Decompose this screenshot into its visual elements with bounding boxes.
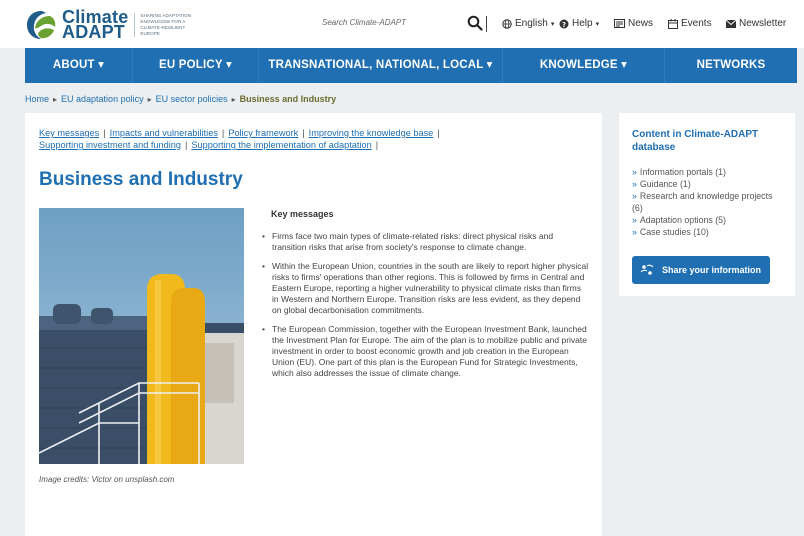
anchor-supporting-investment-funding[interactable]: Supporting investment and funding bbox=[39, 140, 181, 150]
sidebar-item-case-studies[interactable]: » Case studies (10) bbox=[632, 226, 782, 238]
news-label: News bbox=[628, 18, 654, 29]
climate-adapt-logo[interactable]: Climate ADAPT Sharing adaptation knowled… bbox=[24, 8, 204, 42]
nav-transnational-national-local[interactable]: TRANSNATIONAL, NATIONAL, LOCAL ▾ bbox=[259, 48, 503, 83]
language-selector[interactable]: English ▾ bbox=[502, 18, 554, 29]
globe-icon bbox=[502, 18, 512, 29]
anchor-separator: | bbox=[302, 128, 305, 138]
search-icon[interactable] bbox=[467, 15, 483, 31]
events-label: Events bbox=[681, 18, 712, 29]
sidebar-item-label: Adaptation options (5) bbox=[639, 215, 726, 225]
industrial-building-image bbox=[39, 208, 244, 464]
image-caption: Image credits: Victor on unsplash.com bbox=[39, 475, 175, 484]
chevron-down-icon: ▾ bbox=[595, 20, 600, 28]
language-label: English bbox=[515, 18, 548, 29]
newsletter-link[interactable]: Newsletter bbox=[726, 18, 786, 29]
nav-knowledge[interactable]: KNOWLEDGE ▾ bbox=[503, 48, 665, 83]
help-label: Help bbox=[572, 18, 593, 29]
search-input[interactable]: Search Climate-ADAPT bbox=[322, 18, 406, 27]
key-message-item: The European Commission, together with t… bbox=[259, 324, 589, 379]
nav-networks[interactable]: NETWORKS bbox=[665, 48, 797, 83]
share-button-label: Share your information bbox=[662, 265, 762, 275]
anchor-separator: | bbox=[375, 140, 379, 150]
events-link[interactable]: Events bbox=[668, 18, 712, 29]
share-people-icon bbox=[640, 264, 654, 275]
breadcrumb-eu-adaptation-policy[interactable]: EU adaptation policy bbox=[61, 94, 144, 104]
sidebar-item-research-projects[interactable]: » Research and knowledge projects (6) bbox=[632, 190, 782, 214]
sidebar-item-guidance[interactable]: » Guidance (1) bbox=[632, 178, 782, 190]
sidebar-item-label: Case studies (10) bbox=[639, 227, 709, 237]
logo-tagline: Sharing adaptation knowledge for a clima… bbox=[134, 13, 204, 37]
header-divider bbox=[486, 16, 487, 32]
key-messages-heading: Key messages bbox=[271, 209, 334, 219]
anchor-supporting-implementation[interactable]: Supporting the implementation of adaptat… bbox=[191, 140, 371, 150]
double-arrow-icon: » bbox=[632, 227, 637, 237]
breadcrumb-separator: ▸ bbox=[53, 94, 58, 104]
share-information-button[interactable]: Share your information bbox=[632, 256, 770, 284]
key-messages-list: Firms face two main types of climate-rel… bbox=[259, 231, 589, 387]
page-title: Business and Industry bbox=[39, 169, 243, 190]
double-arrow-icon: » bbox=[632, 215, 637, 225]
news-icon bbox=[614, 19, 625, 28]
breadcrumb-home[interactable]: Home bbox=[25, 94, 49, 104]
news-link[interactable]: News bbox=[614, 18, 653, 29]
logo-mark-icon bbox=[27, 11, 56, 39]
logo-line2: ADAPT bbox=[62, 22, 125, 42]
newsletter-label: Newsletter bbox=[739, 18, 787, 29]
anchor-impacts-vulnerabilities[interactable]: Impacts and vulnerabilities bbox=[110, 128, 218, 138]
anchor-improving-knowledge-base[interactable]: Improving the knowledge base bbox=[309, 128, 434, 138]
section-anchor-links: Key messages | Impacts and vulnerabilities… bbox=[39, 127, 589, 151]
sidebar-item-label: Research and knowledge projects (6) bbox=[632, 191, 773, 213]
sidebar-item-label: Guidance (1) bbox=[639, 179, 691, 189]
anchor-key-messages[interactable]: Key messages bbox=[39, 128, 99, 138]
double-arrow-icon: » bbox=[632, 179, 637, 189]
double-arrow-icon: » bbox=[632, 167, 637, 177]
anchor-policy-framework[interactable]: Policy framework bbox=[228, 128, 298, 138]
breadcrumb-current: Business and Industry bbox=[239, 94, 337, 104]
help-menu[interactable]: ? Help ▾ bbox=[559, 18, 599, 29]
sidebar-item-adaptation-options[interactable]: » Adaptation options (5) bbox=[632, 214, 782, 226]
chevron-down-icon: ▾ bbox=[550, 20, 555, 28]
anchor-separator: | bbox=[103, 128, 106, 138]
svg-text:?: ? bbox=[562, 21, 566, 29]
breadcrumb: Home ▸ EU adaptation policy ▸ EU sector … bbox=[25, 94, 336, 104]
calendar-icon bbox=[668, 18, 678, 29]
sidebar-content-database: Content in Climate-ADAPT database » Infor… bbox=[619, 113, 795, 296]
double-arrow-icon: » bbox=[632, 191, 637, 201]
anchor-separator: | bbox=[221, 128, 225, 138]
top-header: Climate ADAPT Sharing adaptation knowled… bbox=[0, 0, 804, 48]
anchor-separator: | bbox=[185, 140, 188, 150]
sidebar-list: » Information portals (1) » Guidance (1) »… bbox=[632, 166, 782, 238]
key-message-item: Within the European Union, countries in … bbox=[259, 261, 589, 316]
help-icon: ? bbox=[559, 19, 569, 29]
breadcrumb-separator: ▸ bbox=[147, 94, 152, 104]
main-navigation: ABOUT ▾ EU POLICY ▾ TRANSNATIONAL, NATIO… bbox=[25, 48, 797, 83]
breadcrumb-separator: ▸ bbox=[231, 94, 236, 104]
nav-eu-policy[interactable]: EU POLICY ▾ bbox=[133, 48, 259, 83]
sidebar-item-label: Information portals (1) bbox=[639, 167, 726, 177]
sidebar-item-information-portals[interactable]: » Information portals (1) bbox=[632, 166, 782, 178]
main-content: Key messages | Impacts and vulnerabilities… bbox=[25, 113, 602, 536]
breadcrumb-eu-sector-policies[interactable]: EU sector policies bbox=[156, 94, 228, 104]
nav-about[interactable]: ABOUT ▾ bbox=[25, 48, 133, 83]
anchor-separator: | bbox=[437, 128, 440, 138]
key-message-item: Firms face two main types of climate-rel… bbox=[259, 231, 589, 253]
sidebar-title: Content in Climate-ADAPT database bbox=[632, 129, 759, 153]
envelope-icon bbox=[726, 19, 736, 28]
